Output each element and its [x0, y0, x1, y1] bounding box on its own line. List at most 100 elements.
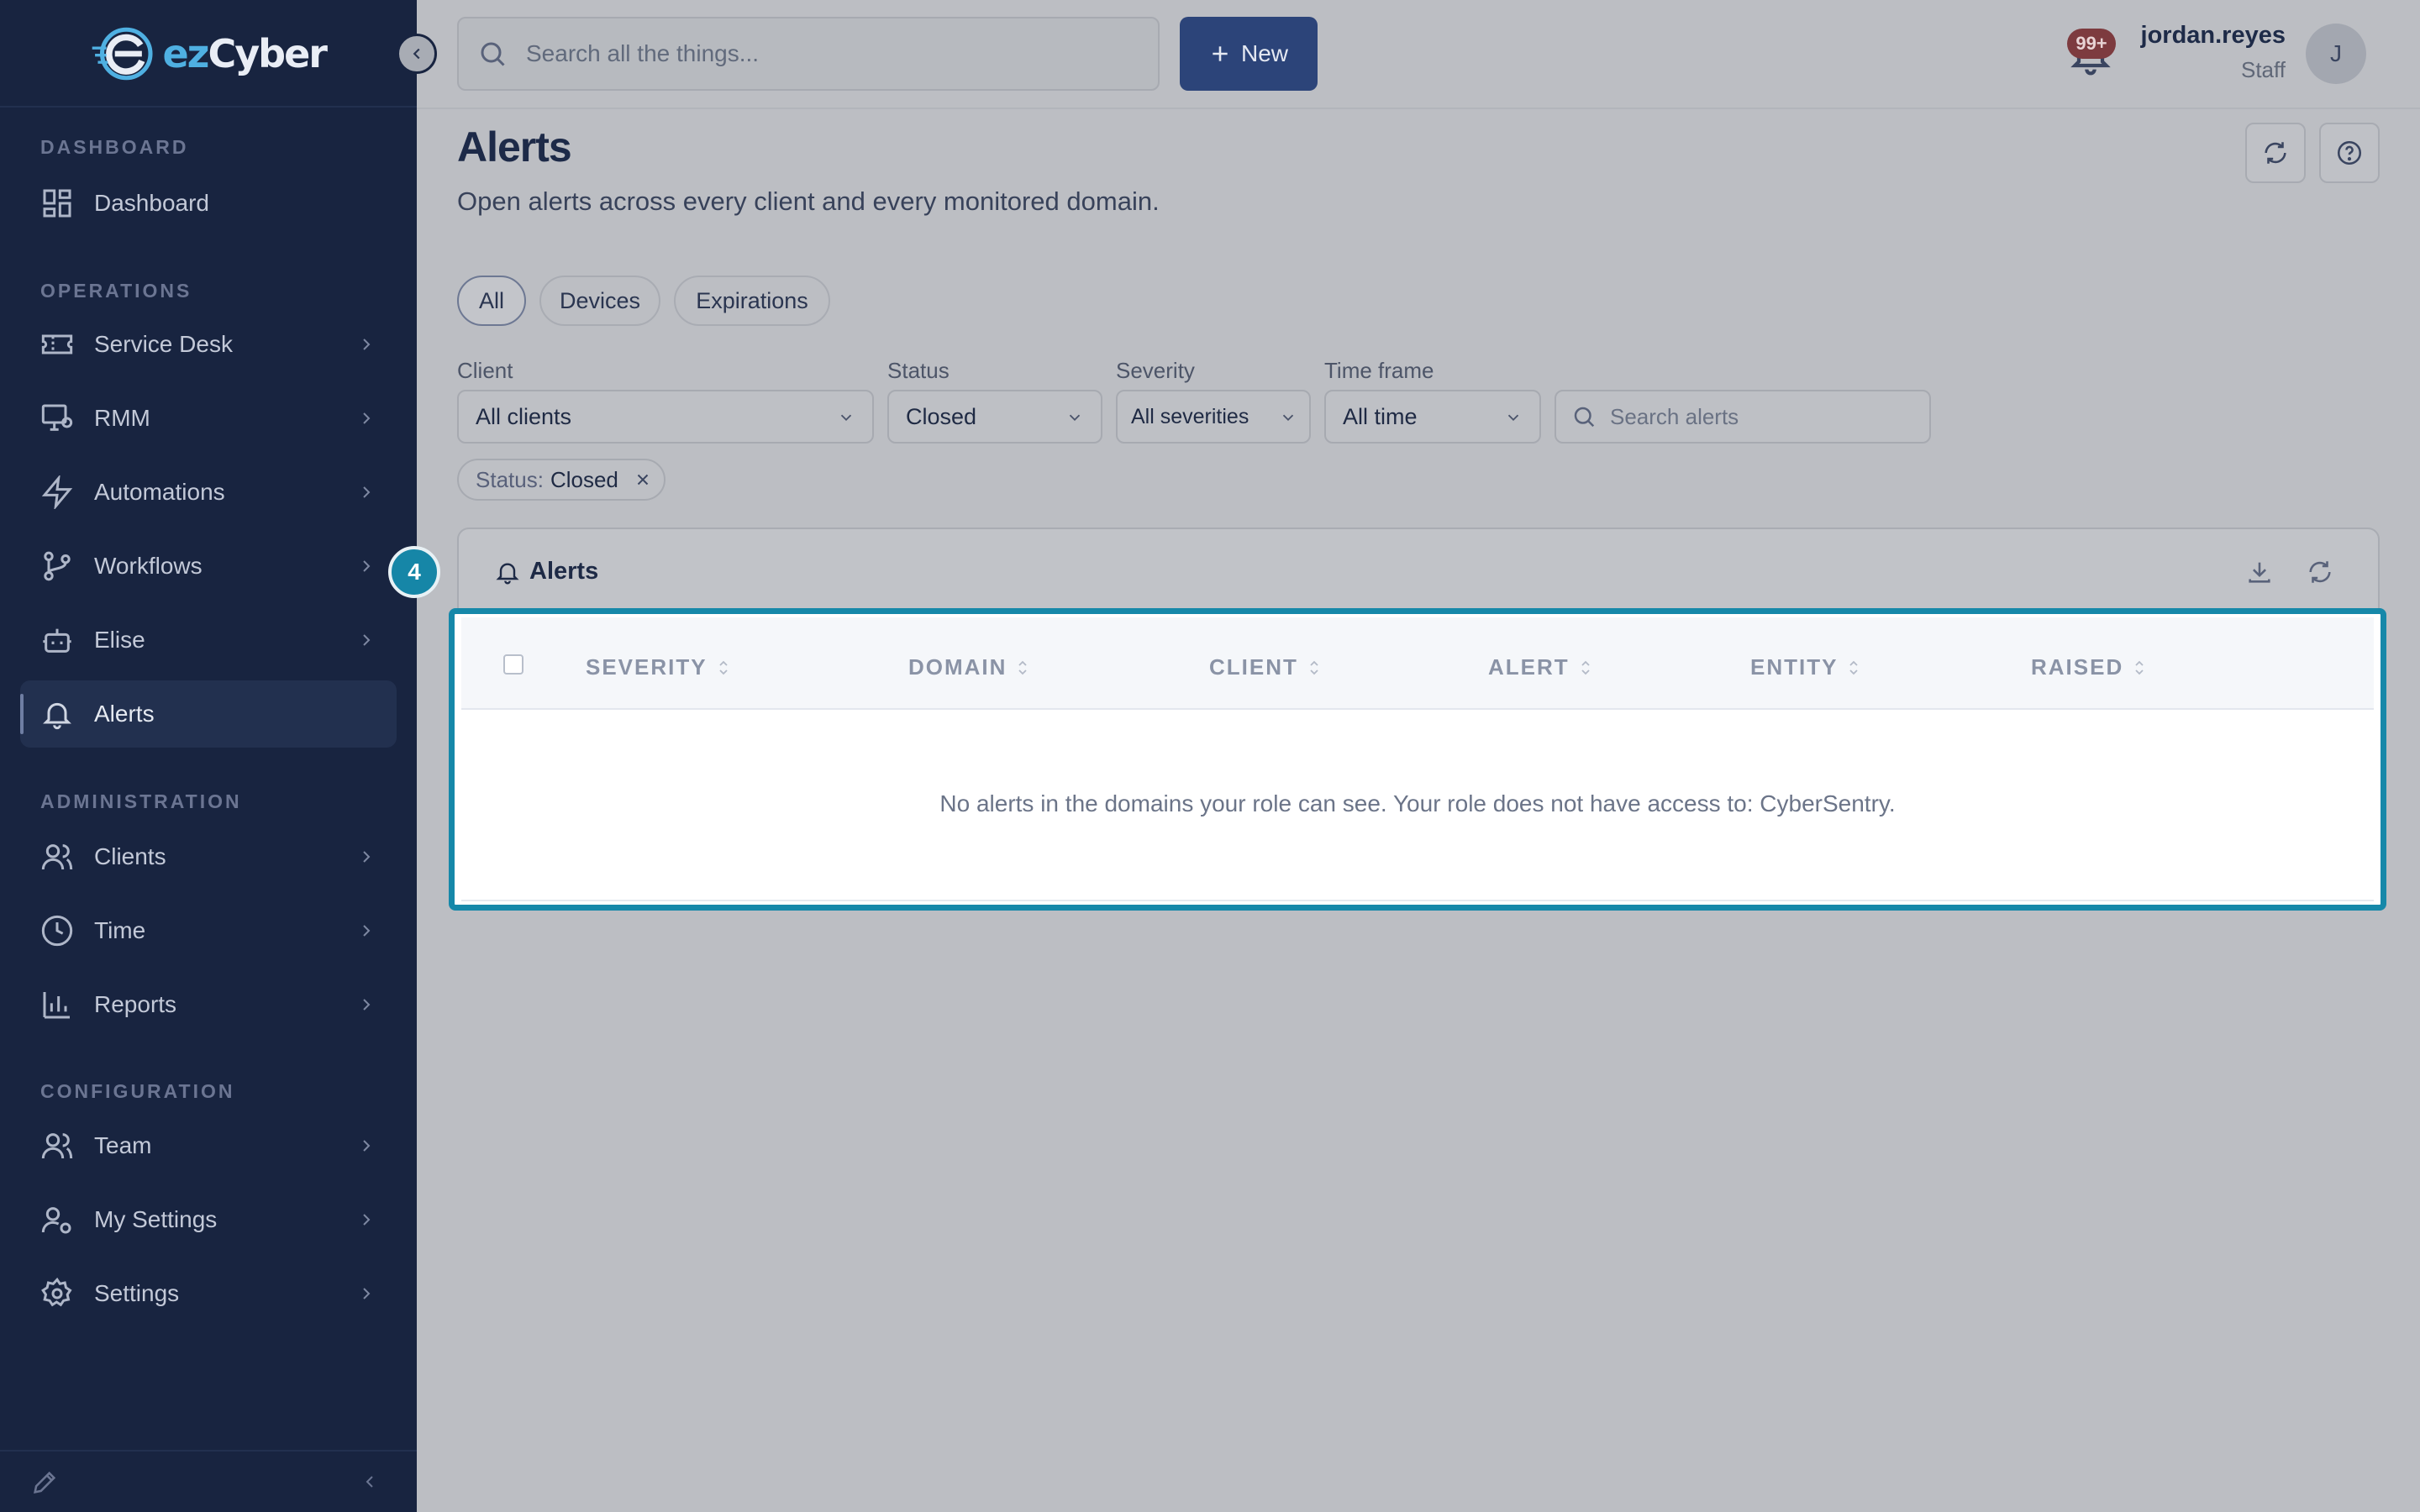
- tab-expirations[interactable]: Expirations: [674, 276, 830, 326]
- chevron-right-icon: [363, 560, 371, 572]
- team-icon: [41, 1133, 73, 1159]
- timeframe-filter-value: All time: [1343, 403, 1418, 429]
- column-header-alert[interactable]: ALERT: [1488, 654, 1591, 680]
- topbar-divider: [417, 108, 2420, 109]
- help-button[interactable]: [2319, 123, 2380, 183]
- ezcyber-logo-icon: [92, 27, 153, 81]
- sidebar-item-team[interactable]: Team: [20, 1112, 397, 1179]
- chevron-left-icon: [413, 48, 420, 60]
- download-icon[interactable]: [2245, 558, 2274, 586]
- sort-icon: [2135, 660, 2144, 675]
- chevron-right-icon: [363, 634, 371, 646]
- plus-icon: [1213, 46, 1228, 61]
- chevron-down-icon: [1069, 414, 1081, 422]
- sidebar-item-workflows[interactable]: Workflows: [20, 533, 397, 600]
- select-all-checkbox[interactable]: [503, 654, 523, 675]
- client-filter-select[interactable]: All clients: [457, 390, 874, 444]
- users-icon: [41, 844, 73, 870]
- column-header-client[interactable]: CLIENT: [1209, 654, 1320, 680]
- brand-name: ezCyber: [162, 31, 328, 76]
- column-header-label: DOMAIN: [908, 654, 1007, 680]
- page-subtitle: Open alerts across every client and ever…: [457, 186, 1160, 216]
- sort-icon: [1018, 660, 1028, 675]
- sidebar-item-rmm[interactable]: RMM: [20, 385, 397, 452]
- sidebar-section-dashboard: DASHBOARD: [40, 136, 189, 158]
- sidebar-item-time[interactable]: Time: [20, 897, 397, 964]
- sidebar-item-reports[interactable]: Reports: [20, 971, 397, 1038]
- status-filter-label: Status: [887, 358, 950, 383]
- column-header-raised[interactable]: RAISED: [2031, 654, 2145, 680]
- sort-icon: [718, 660, 728, 675]
- chevron-right-icon: [363, 999, 371, 1011]
- chevron-right-icon: [363, 1288, 371, 1299]
- sidebar-item-settings[interactable]: Settings: [20, 1260, 397, 1327]
- user-role: Staff: [2240, 57, 2286, 82]
- alerts-search-field[interactable]: [1555, 390, 1931, 444]
- monitor-settings-icon: [41, 404, 73, 431]
- chevron-right-icon: [363, 1214, 371, 1226]
- page-title: Alerts: [457, 123, 572, 171]
- chevron-right-icon: [363, 851, 371, 863]
- sidebar-item-label: Alerts: [94, 701, 155, 727]
- avatar[interactable]: J: [2306, 24, 2366, 84]
- sidebar-item-label: Clients: [94, 843, 166, 869]
- sidebar-item-label: Team: [94, 1132, 152, 1158]
- chip-key: Status:: [476, 466, 544, 492]
- sidebar-divider: [0, 106, 417, 108]
- search-icon: [481, 42, 505, 66]
- sidebar-item-clients[interactable]: Clients: [20, 823, 397, 890]
- sidebar-item-elise[interactable]: Elise: [20, 606, 397, 674]
- severity-filter-select[interactable]: All severities: [1116, 390, 1311, 444]
- notification-count-badge: 99+: [2067, 29, 2116, 59]
- alerts-search-input[interactable]: [1610, 403, 1921, 430]
- sidebar-item-label: Automations: [94, 479, 225, 505]
- chevron-right-icon: [363, 1140, 371, 1152]
- column-header-severity[interactable]: SEVERITY: [586, 654, 729, 680]
- chevron-right-icon: [363, 412, 371, 424]
- bell-icon: [496, 563, 519, 585]
- column-header-label: ALERT: [1488, 654, 1570, 680]
- chevron-right-icon: [363, 339, 371, 350]
- column-header-entity[interactable]: ENTITY: [1750, 654, 1860, 680]
- pencil-icon[interactable]: [30, 1468, 59, 1497]
- client-filter-value: All clients: [476, 403, 572, 429]
- sidebar-item-my-settings[interactable]: My Settings: [20, 1186, 397, 1253]
- tab-devices[interactable]: Devices: [539, 276, 660, 326]
- tab-all[interactable]: All: [457, 276, 526, 326]
- new-button-label: New: [1240, 40, 1288, 66]
- chevron-down-icon: [840, 414, 852, 422]
- new-button[interactable]: New: [1180, 17, 1318, 91]
- bell-icon: [43, 702, 71, 730]
- column-header-domain[interactable]: DOMAIN: [908, 654, 1028, 680]
- global-search-input[interactable]: [526, 40, 1114, 67]
- user-name[interactable]: jordan.reyes: [2141, 22, 2286, 50]
- sidebar-collapse-button[interactable]: [397, 34, 437, 74]
- sidebar-item-alerts[interactable]: Alerts: [20, 680, 397, 748]
- refresh-page-button[interactable]: [2245, 123, 2306, 183]
- status-filter-select[interactable]: Closed: [887, 390, 1102, 444]
- sidebar-item-automations[interactable]: Automations: [20, 459, 397, 526]
- active-filter-chip: Status: Closed: [457, 459, 666, 501]
- global-search[interactable]: [457, 17, 1160, 91]
- column-header-label: RAISED: [2031, 654, 2124, 680]
- robot-icon: [43, 628, 71, 653]
- sidebar-item-label: Elise: [94, 627, 145, 653]
- status-filter-value: Closed: [906, 403, 977, 429]
- user-cog-icon: [41, 1207, 71, 1234]
- ticket-icon: [41, 334, 73, 354]
- close-icon[interactable]: [634, 470, 652, 489]
- brand-logo[interactable]: ezCyber: [91, 18, 328, 89]
- alerts-card-title: Alerts: [529, 558, 599, 585]
- sidebar-section-administration: ADMINISTRATION: [40, 790, 242, 812]
- sidebar-item-service-desk[interactable]: Service Desk: [20, 311, 397, 378]
- sort-icon: [1310, 660, 1318, 675]
- search-icon: [1574, 407, 1595, 428]
- lightning-icon: [41, 475, 73, 509]
- timeframe-filter-select[interactable]: All time: [1324, 390, 1541, 444]
- refresh-icon[interactable]: [2306, 558, 2334, 586]
- collapse-sidebar-icon[interactable]: [360, 1472, 380, 1492]
- refresh-icon: [2265, 142, 2286, 164]
- column-header-label: SEVERITY: [586, 654, 708, 680]
- sort-icon: [1581, 660, 1590, 675]
- sidebar-item-dashboard[interactable]: Dashboard: [20, 170, 397, 237]
